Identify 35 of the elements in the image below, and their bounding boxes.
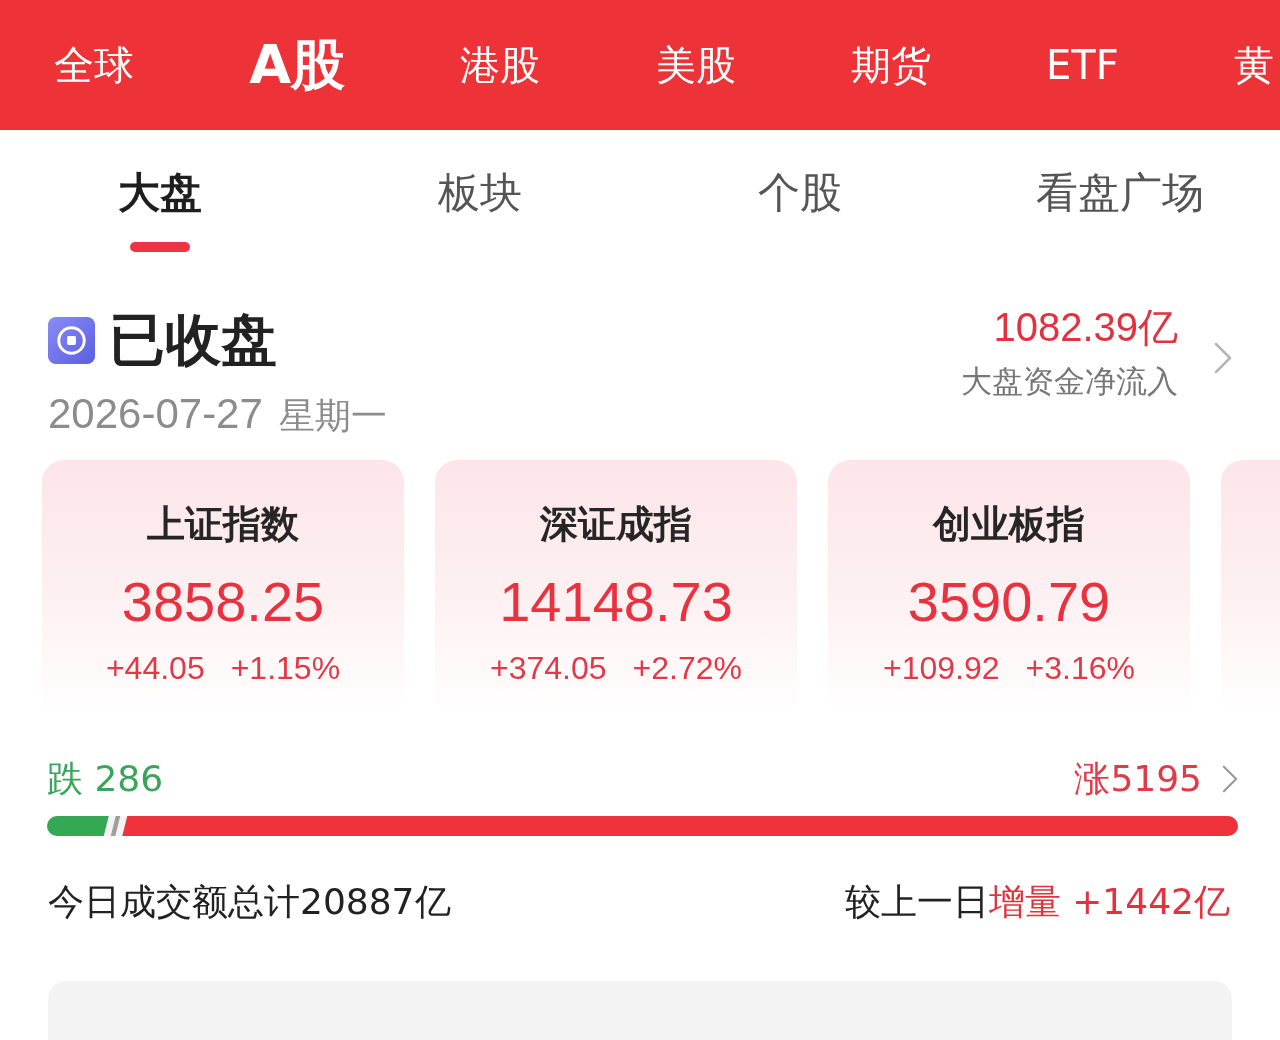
sub-tab[interactable]: 个股 bbox=[758, 130, 842, 252]
index-value: 3858.25 bbox=[121, 570, 325, 634]
net-inflow-label[interactable]: 大盘资金净流入 bbox=[961, 362, 1178, 400]
market-tab[interactable]: 美股 bbox=[655, 41, 736, 89]
index-change-percent: +3.16% bbox=[1025, 649, 1135, 688]
market-tab[interactable]: 期货 bbox=[850, 41, 931, 89]
net-inflow-amount[interactable]: 1082.39亿 bbox=[993, 304, 1178, 350]
sub-tab[interactable]: 板块 bbox=[438, 130, 522, 252]
index-change: +44.05 bbox=[105, 649, 205, 688]
index-value: 3590.79 bbox=[907, 570, 1111, 634]
falling-count: 跌 286 bbox=[47, 756, 164, 801]
index-change: +109.92 bbox=[883, 649, 1000, 688]
index-name: 创业板指 bbox=[933, 501, 1085, 548]
index-change-percent: +1.15% bbox=[230, 649, 341, 688]
market-tab[interactable]: 黄 bbox=[1233, 41, 1274, 89]
index-name: 上证指数 bbox=[147, 501, 299, 548]
market-tab[interactable]: 港股 bbox=[460, 41, 541, 89]
sub-tab[interactable]: 大盘 bbox=[118, 130, 202, 252]
rising-count[interactable]: 涨5195 bbox=[1074, 754, 1202, 804]
compare-label: 较上一日 bbox=[844, 880, 989, 922]
sub-tab[interactable]: 看盘广场 bbox=[1036, 130, 1204, 252]
index-name: 深证成指 bbox=[540, 501, 692, 548]
turnover-total: 今日成交额总计20887亿 bbox=[48, 879, 451, 924]
market-tab[interactable]: A股 bbox=[249, 32, 346, 98]
weekday: 星期一 bbox=[278, 394, 387, 438]
market-status-title: 已收盘 bbox=[109, 308, 277, 372]
index-value: 14148.73 bbox=[499, 570, 733, 634]
index-change-percent: +2.72% bbox=[632, 649, 742, 688]
index-change: +374.05 bbox=[490, 649, 607, 688]
market-tab[interactable]: 全球 bbox=[54, 41, 134, 89]
turnover-increase: 增量 +1442亿 bbox=[988, 880, 1230, 922]
chevron-right-icon[interactable] bbox=[1222, 765, 1238, 793]
market-tab[interactable]: ETF bbox=[1045, 41, 1119, 89]
chevron-right-icon[interactable] bbox=[1214, 342, 1232, 374]
trade-date: 2026-07-27 bbox=[48, 390, 263, 438]
